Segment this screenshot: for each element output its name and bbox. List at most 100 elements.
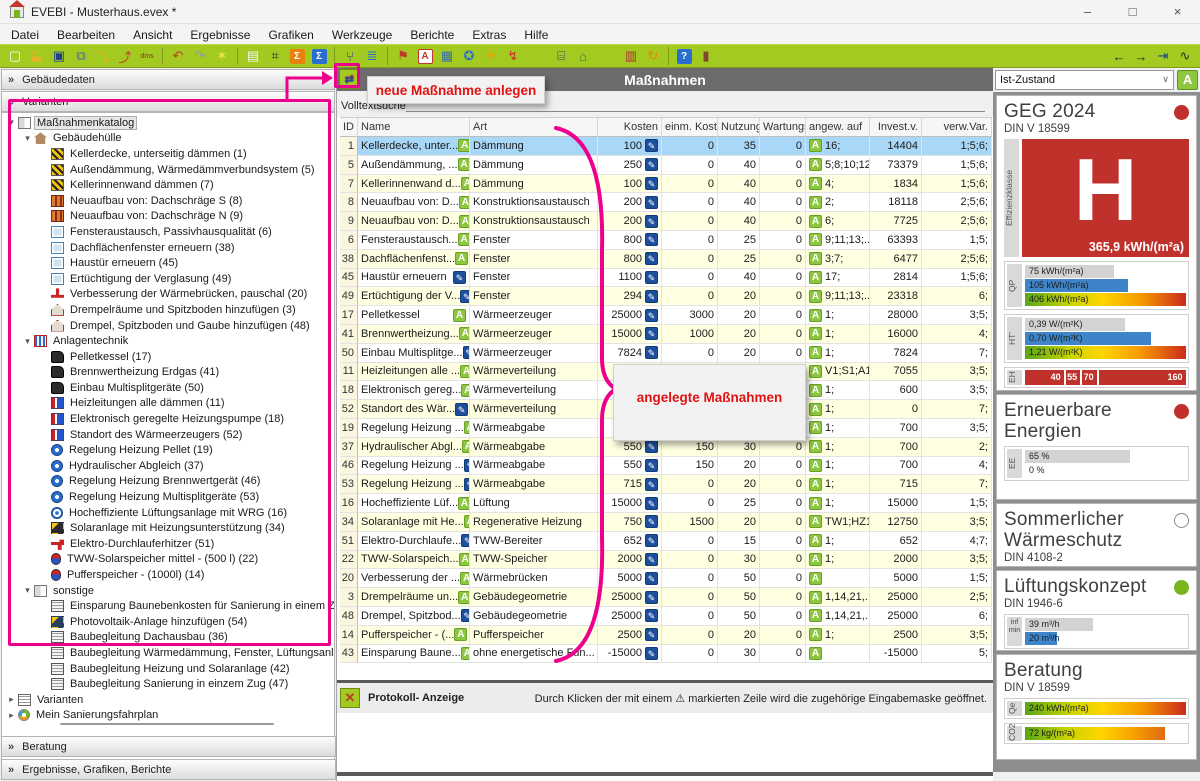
table-row[interactable]: 50Einbau Multisplitge...✎Wärmeerzeuger78… bbox=[340, 344, 992, 363]
table-row[interactable]: 46Regelung Heizung ...✎Wärmeabgabe550✎15… bbox=[340, 457, 992, 476]
open-file-icon[interactable]: ⬓ bbox=[27, 46, 47, 66]
edit-cost-icon[interactable]: ✎ bbox=[645, 591, 658, 604]
edit-cost-icon[interactable]: ✎ bbox=[645, 252, 658, 265]
edit-cost-icon[interactable]: ✎ bbox=[645, 478, 658, 491]
column-header-nutzung[interactable]: Nutzung bbox=[718, 118, 760, 137]
report-icon[interactable]: ▤ bbox=[243, 46, 263, 66]
edit-cost-icon[interactable]: ✎ bbox=[645, 158, 658, 171]
import-icon[interactable]: ⤵ bbox=[93, 46, 113, 66]
edit-cost-icon[interactable]: ✎ bbox=[645, 647, 658, 660]
variant-select[interactable]: Ist-Zustand ∨ bbox=[995, 70, 1174, 90]
table-row[interactable]: 3Drempelräume un...AGebäudegeometrie2500… bbox=[340, 588, 992, 607]
column-header-kosten[interactable]: Kosten bbox=[598, 118, 662, 137]
goto-end-icon[interactable]: ⇥ bbox=[1153, 46, 1173, 66]
edit-cost-icon[interactable]: ✎ bbox=[645, 534, 658, 547]
table-row[interactable]: 20Verbesserung der ...AWärmebrücken5000✎… bbox=[340, 569, 992, 588]
table-row[interactable]: 49Ertüchtigung der V...✎Fenster294✎0200A… bbox=[340, 287, 992, 306]
exit-door-icon[interactable]: ▮ bbox=[696, 46, 716, 66]
edit-cost-icon[interactable]: ✎ bbox=[645, 572, 658, 585]
table-row[interactable]: 22TWW-Solarspeich...ATWW-Speicher2000✎03… bbox=[340, 551, 992, 570]
menu-item-bearbeiten[interactable]: Bearbeiten bbox=[48, 26, 124, 44]
table-row[interactable]: 48Drempel, Spitzbod...✎Gebäudegeometrie2… bbox=[340, 607, 992, 626]
frame-icon[interactable]: ▦ bbox=[437, 46, 457, 66]
column-header-angew-auf[interactable]: angew. auf bbox=[806, 118, 870, 137]
minimize-button[interactable]: – bbox=[1065, 0, 1110, 24]
column-header-id[interactable]: ID bbox=[340, 118, 358, 137]
edit-cost-icon[interactable]: ✎ bbox=[645, 459, 658, 472]
close-protokoll-button[interactable]: ✕ bbox=[340, 688, 360, 708]
tree-item[interactable]: ▸Mein Sanierungsfahrplan bbox=[2, 708, 334, 724]
table-row[interactable]: 38Dachflächenfenst...AFenster800✎0250A3;… bbox=[340, 250, 992, 269]
report-red-icon[interactable]: ▥ bbox=[621, 46, 641, 66]
table-row[interactable]: 53Regelung Heizung ...✎Wärmeabgabe715✎02… bbox=[340, 475, 992, 494]
horn-icon[interactable]: ⚑ bbox=[393, 46, 413, 66]
table-row[interactable]: 5Außendämmung, ...ADämmung250✎0400A5;8;1… bbox=[340, 156, 992, 175]
tree-list-icon[interactable]: ≣ bbox=[362, 46, 382, 66]
back-icon[interactable]: ← bbox=[1109, 46, 1129, 66]
apply-variant-button[interactable]: A bbox=[1177, 70, 1198, 90]
column-header-einm-kosten[interactable]: einm. Kosten bbox=[662, 118, 718, 137]
sum-blue-icon[interactable]: Σ bbox=[309, 46, 329, 66]
menu-item-datei[interactable]: Datei bbox=[2, 26, 48, 44]
tree-item[interactable]: ▸Varianten bbox=[2, 692, 334, 708]
undo-icon[interactable]: ↶ bbox=[168, 46, 188, 66]
edit-cost-icon[interactable]: ✎ bbox=[645, 609, 658, 622]
sun-icon[interactable]: ☀ bbox=[481, 46, 501, 66]
globe-icon[interactable]: ✪ bbox=[459, 46, 479, 66]
menu-item-ergebnisse[interactable]: Ergebnisse bbox=[181, 26, 259, 44]
column-header-verw-var-[interactable]: verw.Var. bbox=[922, 118, 992, 137]
menu-item-werkzeuge[interactable]: Werkzeuge bbox=[323, 26, 401, 44]
help-icon[interactable]: ? bbox=[674, 46, 694, 66]
edit-cost-icon[interactable]: ✎ bbox=[645, 553, 658, 566]
sidebar-item-gebaeudedaten[interactable]: » Gebäudedaten bbox=[1, 69, 335, 90]
calc-icon[interactable]: ⌸ bbox=[551, 46, 571, 66]
edit-cost-icon[interactable]: ✎ bbox=[645, 271, 658, 284]
table-row[interactable]: 45Haustür erneuern✎Fenster1100✎0400A17;2… bbox=[340, 269, 992, 288]
bolt-icon[interactable]: ↯ bbox=[503, 46, 523, 66]
wand-icon[interactable]: ✶ bbox=[212, 46, 232, 66]
edit-cost-icon[interactable]: ✎ bbox=[645, 327, 658, 340]
edit-cost-icon[interactable]: ✎ bbox=[645, 497, 658, 510]
sum-orange-icon[interactable]: Σ bbox=[287, 46, 307, 66]
new-file-icon[interactable]: ▢ bbox=[5, 46, 25, 66]
table-row[interactable]: 51Elektro-Durchlaufe...✎TWW-Bereiter652✎… bbox=[340, 532, 992, 551]
menu-item-hilfe[interactable]: Hilfe bbox=[515, 26, 557, 44]
table-row[interactable]: 34Solaranlage mit He...ARegenerative Hei… bbox=[340, 513, 992, 532]
menu-item-grafiken[interactable]: Grafiken bbox=[259, 26, 322, 44]
menu-item-berichte[interactable]: Berichte bbox=[401, 26, 463, 44]
he-values-icon[interactable]: ⌗ bbox=[265, 46, 285, 66]
edit-cost-icon[interactable]: ✎ bbox=[645, 177, 658, 190]
chevron-right-icon[interactable]: ▸ bbox=[6, 710, 17, 721]
sanierung-icon[interactable]: ↻ bbox=[643, 46, 663, 66]
chevron-right-icon[interactable]: ▸ bbox=[6, 694, 17, 705]
table-row[interactable]: 9Neuaufbau von: D...AKonstruktionsaustau… bbox=[340, 212, 992, 231]
copy-icon[interactable]: ⧉ bbox=[71, 46, 91, 66]
edit-cost-icon[interactable]: ✎ bbox=[645, 628, 658, 641]
edit-cost-icon[interactable]: ✎ bbox=[645, 515, 658, 528]
edit-cost-icon[interactable]: ✎ bbox=[645, 233, 658, 246]
sidebar-item-beratung[interactable]: » Beratung bbox=[1, 736, 336, 757]
export-icon[interactable]: ⤴ bbox=[115, 46, 135, 66]
forward-icon[interactable]: → bbox=[1131, 46, 1151, 66]
table-row[interactable]: 43Einsparung Baune...Aohne energetische … bbox=[340, 645, 992, 664]
table-row[interactable]: 7Kellerinnenwand d...ADämmung100✎0400A4;… bbox=[340, 175, 992, 194]
tree-item[interactable]: Baubegleitung Sanierung in einzem Zug (4… bbox=[2, 676, 334, 692]
splitter-handle[interactable] bbox=[60, 723, 274, 725]
menu-item-extras[interactable]: Extras bbox=[463, 26, 515, 44]
save-icon[interactable]: ▣ bbox=[49, 46, 69, 66]
table-row[interactable]: 17PelletkesselAWärmeerzeuger25000✎300020… bbox=[340, 306, 992, 325]
maximize-button[interactable]: □ bbox=[1110, 0, 1155, 24]
column-header-wartungsk-[interactable]: Wartungsk. bbox=[760, 118, 806, 137]
menu-item-ansicht[interactable]: Ansicht bbox=[124, 26, 181, 44]
redo-icon[interactable]: ↷ bbox=[190, 46, 210, 66]
column-header-invest-v-[interactable]: Invest.v. bbox=[870, 118, 922, 137]
column-header-name[interactable]: Name bbox=[358, 118, 470, 137]
chart-icon[interactable]: ∿ bbox=[1175, 46, 1195, 66]
table-row[interactable]: 14Pufferspeicher - (...APufferspeicher25… bbox=[340, 626, 992, 645]
edit-cost-icon[interactable]: ✎ bbox=[645, 440, 658, 453]
home-icon[interactable]: ⌂ bbox=[573, 46, 593, 66]
edit-cost-icon[interactable]: ✎ bbox=[645, 290, 658, 303]
table-row[interactable]: 6Fensteraustausch...AFenster800✎0250A9;1… bbox=[340, 231, 992, 250]
a-red-icon[interactable]: A bbox=[415, 46, 435, 66]
sidebar-item-ergebnisse[interactable]: » Ergebnisse, Grafiken, Berichte bbox=[1, 759, 336, 780]
